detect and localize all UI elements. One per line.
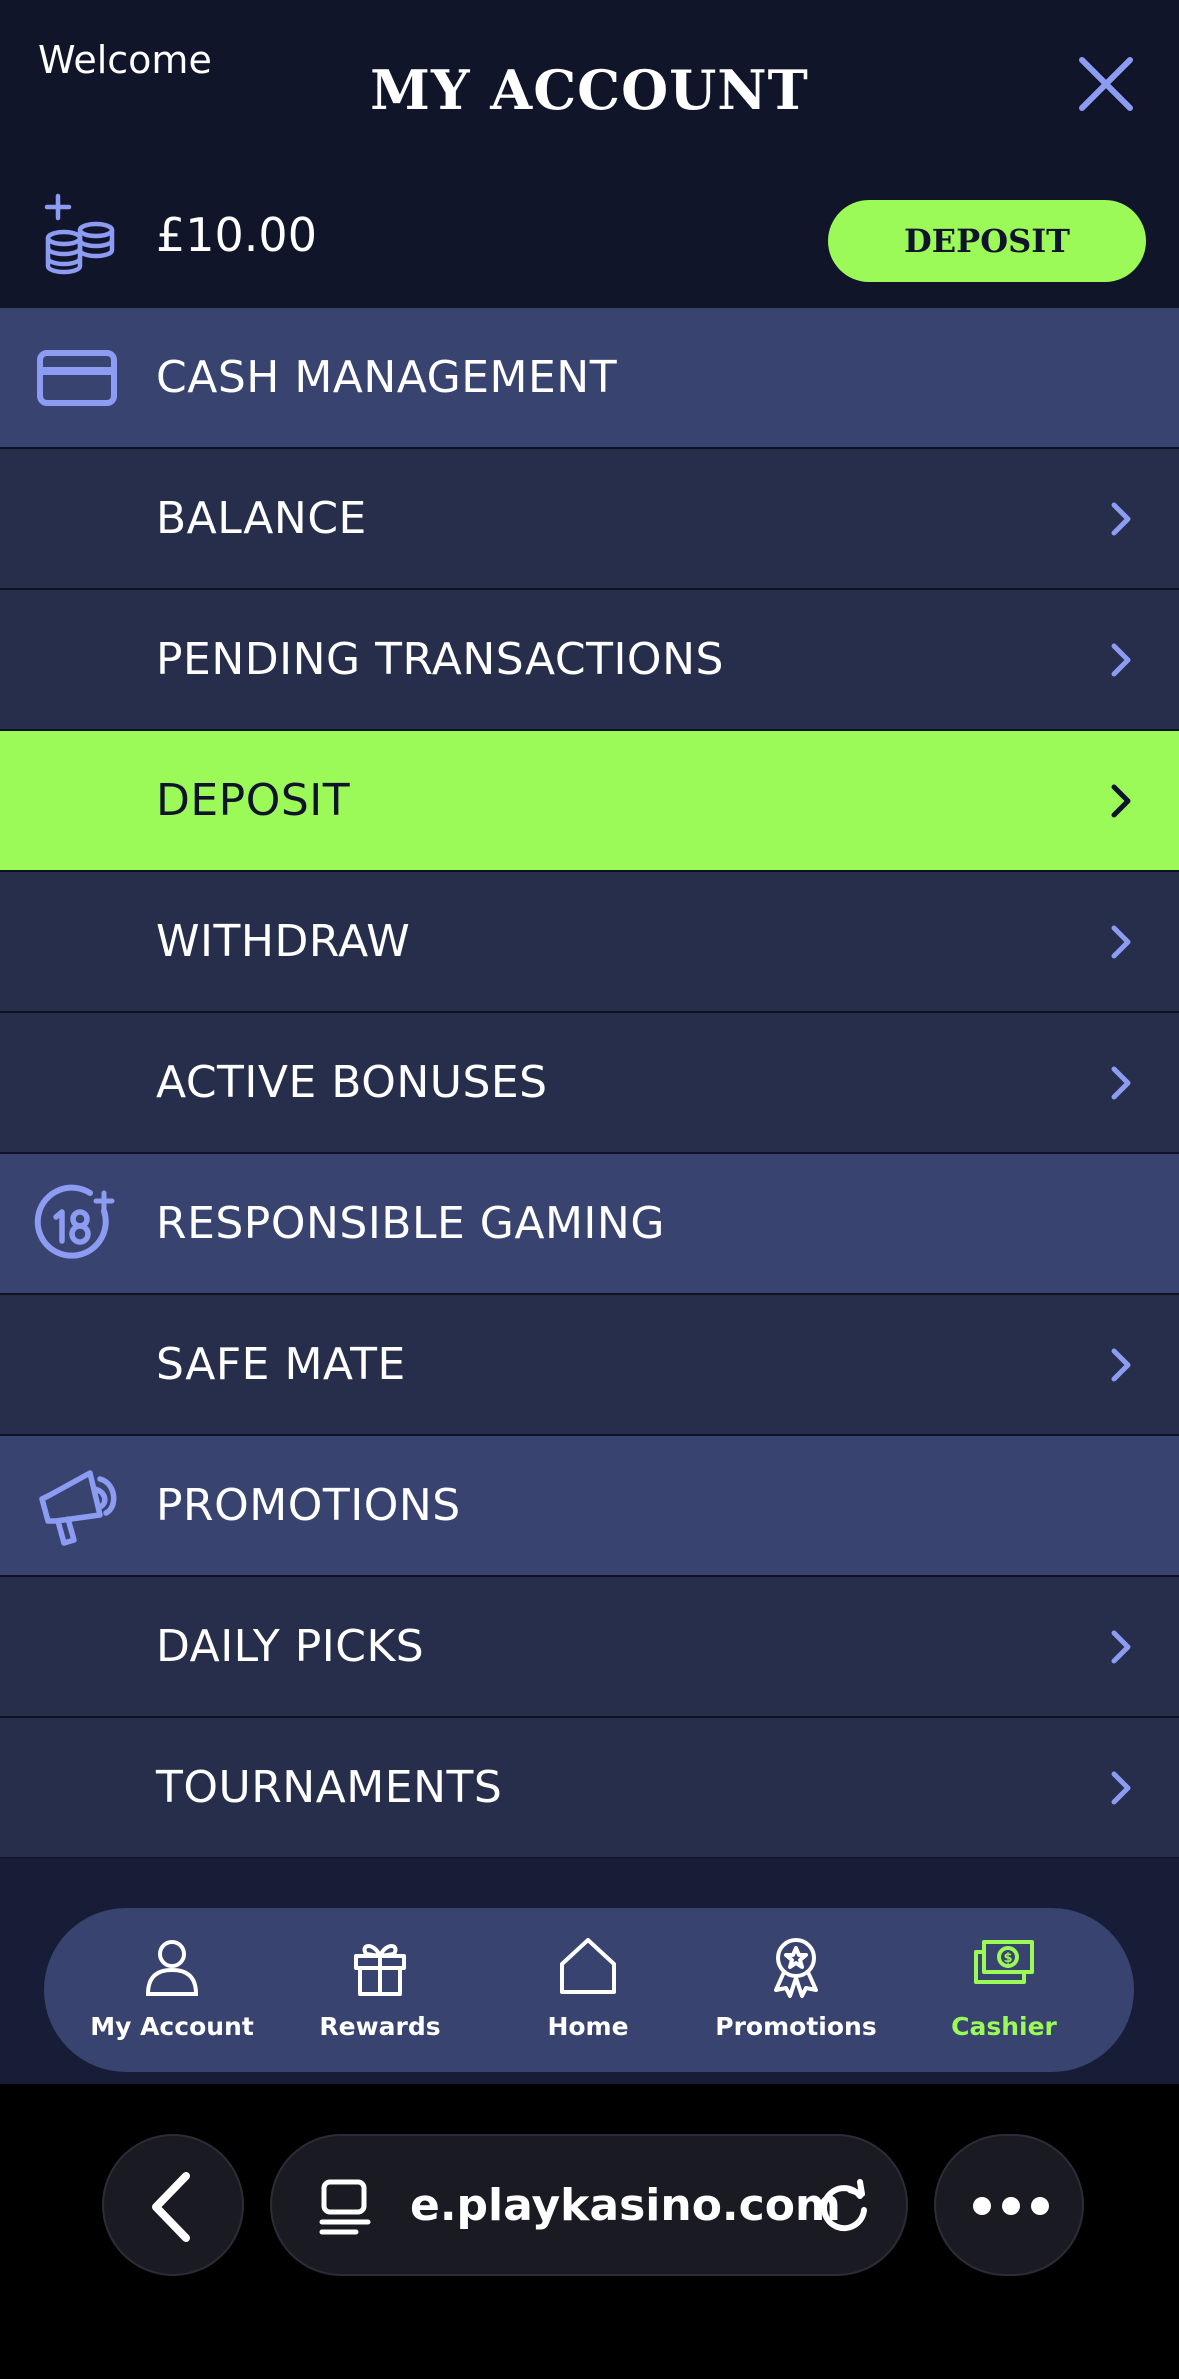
- menu-item-daily-picks[interactable]: DAILY PICKS: [0, 1577, 1179, 1718]
- section-label: RESPONSIBLE GAMING: [156, 1198, 665, 1249]
- menu-item-pending-transactions[interactable]: PENDING TRANSACTIONS: [0, 590, 1179, 731]
- menu-item-label: PENDING TRANSACTIONS: [156, 634, 724, 685]
- cash-icon: $: [974, 1940, 1034, 1984]
- menu-item-tournaments[interactable]: TOURNAMENTS: [0, 1718, 1179, 1859]
- award-ribbon-icon: [774, 1938, 818, 1998]
- coins-icon: [44, 193, 115, 275]
- menu-item-balance[interactable]: BALANCE: [0, 449, 1179, 590]
- bottom-tab-bar: My Account Rewards Home Promotions $ Cas…: [44, 1908, 1134, 2072]
- tab-rewards[interactable]: Rewards: [280, 1908, 480, 2072]
- tab-home[interactable]: Home: [488, 1908, 688, 2072]
- menu-item-label: SAFE MATE: [156, 1339, 406, 1390]
- credit-card-icon: [37, 350, 117, 406]
- browser-more-button[interactable]: [934, 2134, 1084, 2276]
- home-icon: [560, 1938, 616, 1994]
- browser-address-bar[interactable]: e.playkasino.com: [270, 2134, 908, 2276]
- tab-label: Home: [547, 2012, 629, 2041]
- browser-back-button[interactable]: [102, 2134, 244, 2276]
- chevron-right-icon: [1111, 1066, 1131, 1100]
- user-icon: [145, 1940, 199, 1996]
- page-title: MY ACCOUNT: [370, 58, 809, 122]
- balance-amount: £10.00: [156, 208, 317, 262]
- tab-promotions[interactable]: Promotions: [696, 1908, 896, 2072]
- url-text: e.playkasino.com: [410, 2180, 841, 2231]
- section-label: CASH MANAGEMENT: [156, 352, 618, 403]
- menu-item-active-bonuses[interactable]: ACTIVE BONUSES: [0, 1013, 1179, 1154]
- menu-item-label: BALANCE: [156, 493, 367, 544]
- menu-item-deposit[interactable]: DEPOSIT: [0, 731, 1179, 872]
- section-cash-management: CASH MANAGEMENT: [0, 308, 1179, 449]
- section-promotions: PROMOTIONS: [0, 1436, 1179, 1577]
- account-header: Welcome MY ACCOUNT £10.00 DEPOSIT: [0, 0, 1179, 308]
- tab-label: Promotions: [715, 2012, 877, 2041]
- chevron-right-icon: [1111, 643, 1131, 677]
- chevron-right-icon: [1111, 1348, 1131, 1382]
- tab-my-account[interactable]: My Account: [72, 1908, 272, 2072]
- tab-label: Rewards: [319, 2012, 441, 2041]
- chevron-right-icon: [1111, 502, 1131, 536]
- section-label: PROMOTIONS: [156, 1480, 461, 1531]
- tab-cashier[interactable]: $ Cashier: [904, 1908, 1104, 2072]
- menu-item-label: TOURNAMENTS: [156, 1762, 503, 1813]
- tabs-overview-icon: [319, 2179, 371, 2235]
- menu-item-label: WITHDRAW: [156, 916, 411, 967]
- chevron-right-icon: [1111, 925, 1131, 959]
- section-responsible-gaming: RESPONSIBLE GAMING: [0, 1154, 1179, 1295]
- megaphone-icon: [39, 1470, 117, 1546]
- menu-item-withdraw[interactable]: WITHDRAW: [0, 872, 1179, 1013]
- tab-label: Cashier: [951, 2012, 1057, 2041]
- chevron-left-icon: [152, 2172, 190, 2242]
- menu-item-safe-mate[interactable]: SAFE MATE: [0, 1295, 1179, 1436]
- menu-item-label: DEPOSIT: [156, 775, 351, 826]
- reload-icon[interactable]: [814, 2176, 874, 2236]
- gift-icon: [354, 1944, 406, 1996]
- menu-item-label: ACTIVE BONUSES: [156, 1057, 548, 1108]
- svg-text:$: $: [1003, 1951, 1012, 1966]
- chevron-right-icon: [1111, 1630, 1131, 1664]
- tab-label: My Account: [90, 2012, 254, 2041]
- menu-item-label: DAILY PICKS: [156, 1621, 425, 1672]
- chevron-right-icon: [1111, 784, 1131, 818]
- deposit-button[interactable]: DEPOSIT: [828, 200, 1146, 282]
- chevron-right-icon: [1111, 1771, 1131, 1805]
- account-menu: CASH MANAGEMENT BALANCE PENDING TRANSACT…: [0, 308, 1179, 1859]
- close-icon[interactable]: [1074, 52, 1138, 116]
- age-18-plus-icon: [34, 1184, 115, 1259]
- more-dots-icon: [973, 2197, 1049, 2215]
